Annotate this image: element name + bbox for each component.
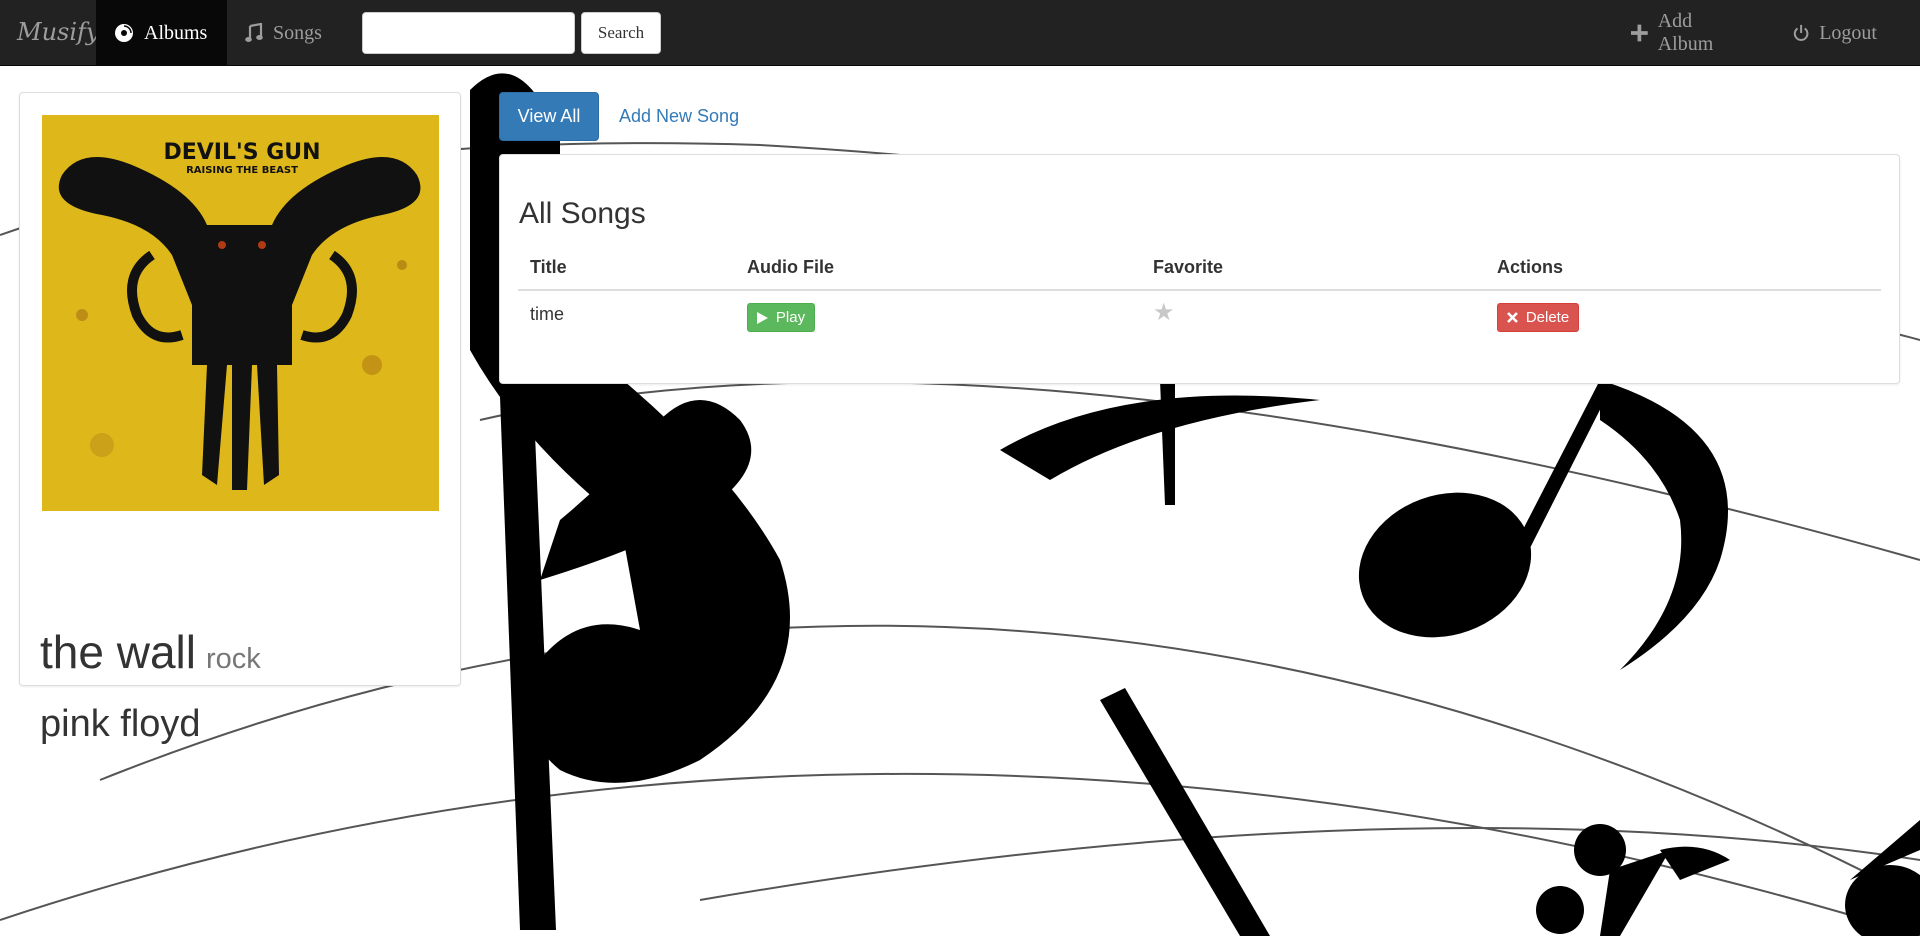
nav-albums-label: Albums [144, 21, 208, 44]
songs-heading: All Songs [519, 197, 646, 230]
plus-icon [1631, 24, 1648, 42]
add-new-song-link[interactable]: Add New Song [619, 106, 739, 127]
album-info-panel: DEVIL'S GUN RAISING THE BEAST the wall ro… [19, 92, 461, 743]
column-header-title: Title [530, 257, 567, 277]
cover-line2: RAISING THE BEAST [186, 165, 298, 176]
brand-logo[interactable]: Musify [17, 18, 99, 46]
music-note-icon [245, 23, 263, 42]
column-header-actions: Actions [1497, 257, 1564, 277]
delete-button[interactable]: Delete [1497, 303, 1579, 332]
column-header-audio-file: Audio File [747, 257, 834, 277]
delete-button-label: Delete [1525, 309, 1570, 326]
album-genre: rock [205, 643, 261, 675]
play-button[interactable]: Play [747, 303, 815, 332]
search-button[interactable]: Search [581, 12, 661, 54]
album-title-text: the wall [40, 626, 196, 678]
logout-link[interactable]: Logout [1775, 0, 1895, 66]
column-header-favorite: Favorite [1153, 257, 1224, 277]
cover-line1: DEVIL'S GUN [163, 140, 320, 165]
disc-icon [115, 24, 133, 42]
album-artist: pink floyd [40, 703, 201, 745]
close-icon [1506, 312, 1518, 323]
play-button-label: Play [775, 309, 806, 326]
play-icon [756, 311, 768, 324]
all-songs-panel: All Songs Title Audio File Favorite Acti… [499, 154, 1900, 384]
search-input[interactable] [362, 12, 575, 54]
power-icon [1793, 24, 1809, 41]
top-navbar: Musify Albums Songs Search Add Album Log… [0, 0, 1920, 66]
view-all-button[interactable]: View All [499, 92, 599, 141]
favorite-star-icon[interactable]: ★ [1153, 301, 1175, 325]
add-album-label: Add Album [1657, 10, 1714, 55]
add-album-link[interactable]: Add Album [1613, 0, 1763, 66]
song-title-cell: time [530, 304, 565, 324]
table-header-divider [518, 289, 1881, 291]
logout-label: Logout [1819, 21, 1877, 44]
nav-songs-label: Songs [273, 21, 322, 44]
nav-songs[interactable]: Songs [227, 0, 347, 66]
nav-albums[interactable]: Albums [96, 0, 227, 66]
album-cover-image: DEVIL'S GUN RAISING THE BEAST [42, 115, 439, 511]
album-title: the wall rock [40, 629, 261, 675]
